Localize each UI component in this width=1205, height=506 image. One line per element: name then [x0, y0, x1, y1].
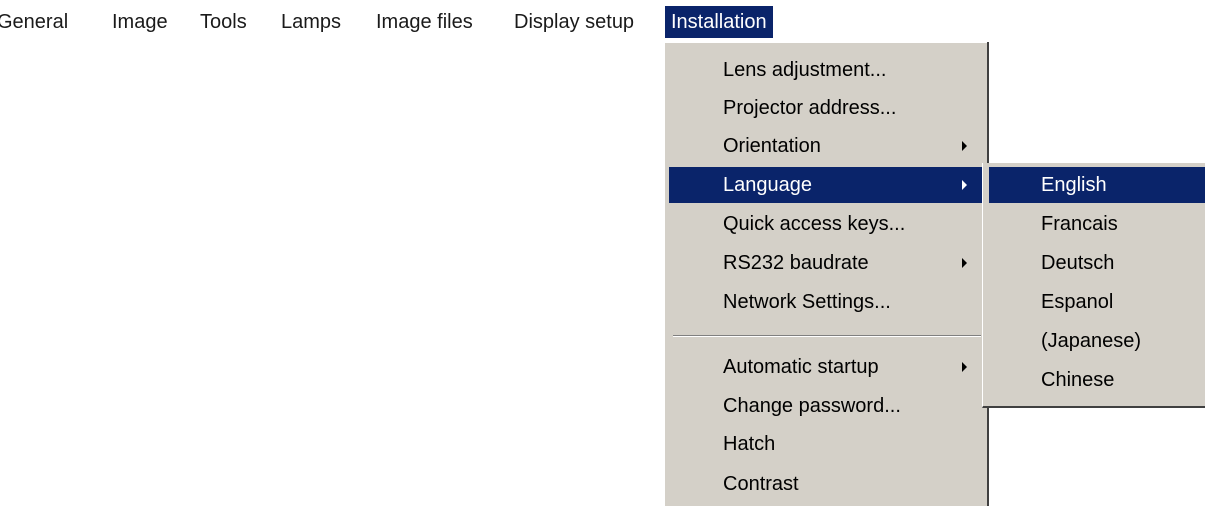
- menu-image-files[interactable]: Image files: [370, 6, 479, 38]
- menu-image[interactable]: Image: [106, 6, 174, 38]
- submenu-arrow-icon: [962, 258, 967, 268]
- menu-item-rs232-baudrate[interactable]: RS232 baudrate: [669, 245, 985, 281]
- menu-item-network-settings[interactable]: Network Settings...: [669, 284, 985, 320]
- menu-display-setup[interactable]: Display setup: [508, 6, 640, 38]
- menu-item-label: Automatic startup: [723, 356, 879, 378]
- menu-item-label: Contrast: [723, 473, 799, 495]
- menu-separator: [673, 335, 981, 337]
- menu-bar: General Image Tools Lamps Image files Di…: [0, 0, 1205, 42]
- menu-item-orientation[interactable]: Orientation: [669, 128, 985, 164]
- menu-item-label: RS232 baudrate: [723, 252, 869, 274]
- menu-tools[interactable]: Tools: [194, 6, 253, 38]
- menu-lamps[interactable]: Lamps: [275, 6, 347, 38]
- language-english[interactable]: English: [989, 167, 1205, 203]
- menu-item-label: Quick access keys...: [723, 213, 906, 235]
- menu-item-quick-access-keys[interactable]: Quick access keys...: [669, 206, 985, 242]
- submenu-arrow-icon: [962, 362, 967, 372]
- submenu-arrow-icon: [962, 180, 967, 190]
- menu-item-change-password[interactable]: Change password...: [669, 388, 985, 424]
- language-chinese[interactable]: Chinese: [989, 362, 1205, 398]
- menu-item-label: Change password...: [723, 395, 901, 417]
- menu-item-language[interactable]: Language: [669, 167, 985, 203]
- language-deutsch[interactable]: Deutsch: [989, 245, 1205, 281]
- language-submenu: English Francais Deutsch Espanol (Japane…: [982, 163, 1205, 408]
- installation-dropdown: Lens adjustment... Projector address... …: [665, 42, 989, 506]
- menu-item-hatch[interactable]: Hatch: [669, 426, 985, 462]
- menu-general[interactable]: General: [0, 6, 74, 38]
- language-espanol[interactable]: Espanol: [989, 284, 1205, 320]
- menu-item-label: Hatch: [723, 433, 776, 455]
- menu-installation[interactable]: Installation: [665, 6, 773, 38]
- menu-item-automatic-startup[interactable]: Automatic startup: [669, 349, 985, 385]
- menu-item-label: Lens adjustment...: [723, 59, 887, 81]
- menu-item-projector-address[interactable]: Projector address...: [669, 90, 985, 126]
- submenu-arrow-icon: [962, 141, 967, 151]
- menu-item-label: Language: [723, 174, 812, 196]
- menu-item-label: Projector address...: [723, 97, 897, 119]
- language-japanese[interactable]: (Japanese): [989, 323, 1205, 359]
- menu-item-label: Orientation: [723, 135, 821, 157]
- menu-item-contrast[interactable]: Contrast: [669, 466, 985, 502]
- menu-item-lens-adjustment[interactable]: Lens adjustment...: [669, 52, 985, 88]
- language-francais[interactable]: Francais: [989, 206, 1205, 242]
- menu-item-label: Network Settings...: [723, 291, 891, 313]
